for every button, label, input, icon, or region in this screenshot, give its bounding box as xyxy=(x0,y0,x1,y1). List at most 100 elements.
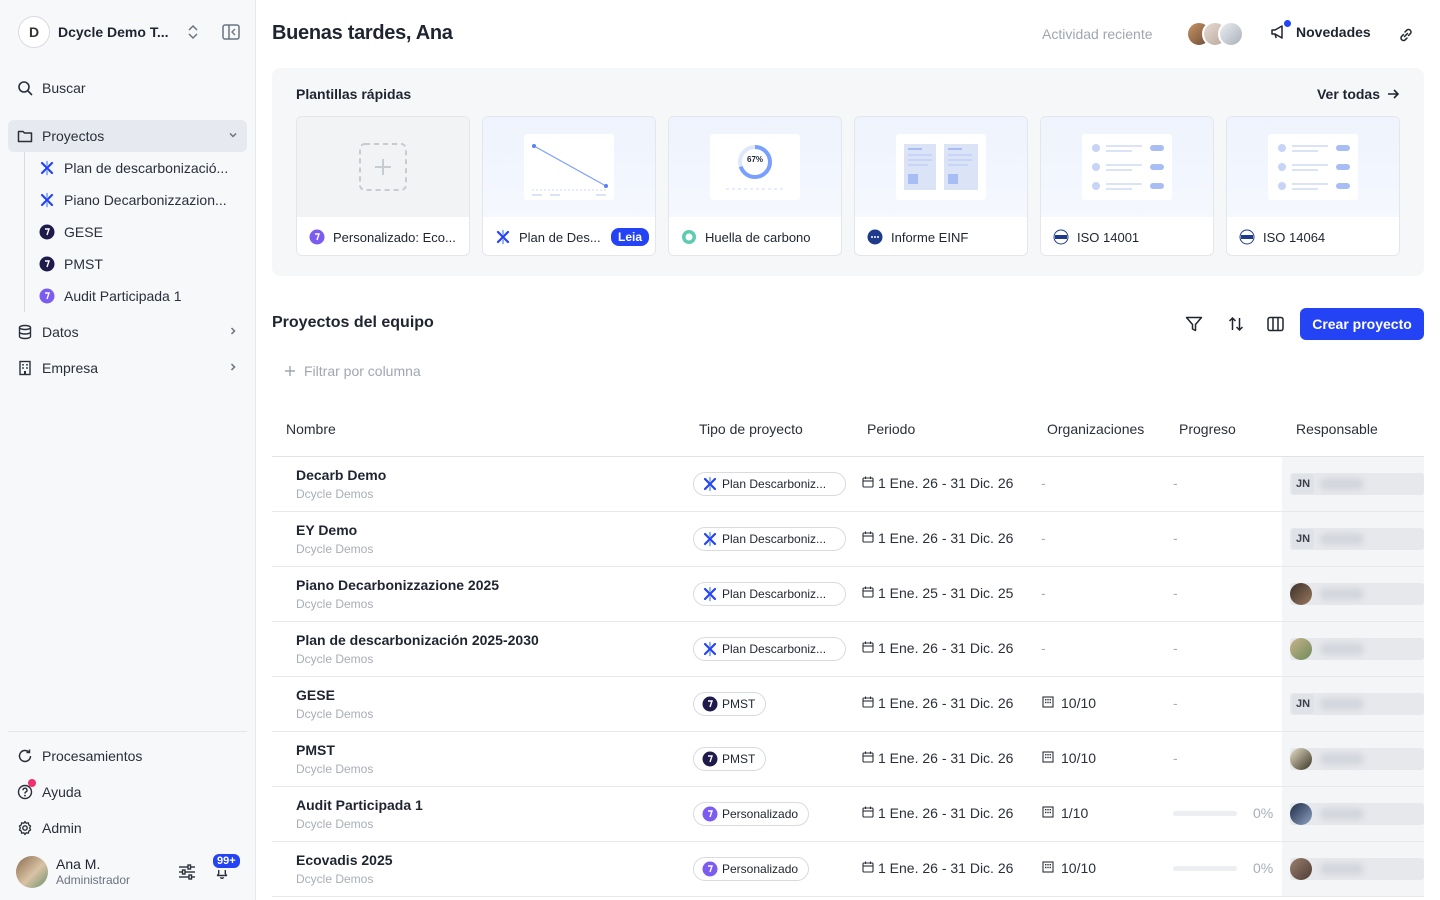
nav-data[interactable]: Datos xyxy=(8,316,247,348)
table-row[interactable]: Piano Decarbonizzazione 2025 Dcycle Demos… xyxy=(272,567,1424,622)
nav-processing[interactable]: Procesamientos xyxy=(8,740,247,772)
owner-cell xyxy=(1282,732,1424,786)
sliders-icon[interactable] xyxy=(178,864,196,880)
table-row[interactable]: EY Demo Dcycle Demos Plan Descarboniz... 1 … xyxy=(272,512,1424,567)
sort-icon[interactable] xyxy=(1228,315,1244,333)
period-value: 1 Ene. 26 - 31 Dic. 26 xyxy=(878,750,1014,766)
template-card[interactable]: 67% Huella de carbono xyxy=(668,116,842,256)
sidebar-project-label: Plan de descarbonizació... xyxy=(64,160,229,176)
columns-icon[interactable] xyxy=(1267,316,1284,332)
see-all-templates-link[interactable]: Ver todas xyxy=(1317,86,1400,102)
calendar-icon xyxy=(862,695,878,711)
news-button[interactable]: Novedades xyxy=(1270,20,1371,40)
progress-value: - xyxy=(1173,585,1178,601)
projects-submenu: Plan de descarbonizació... Piano Decarbo… xyxy=(24,152,248,312)
orgs-cell: - xyxy=(1041,640,1046,656)
period-value: 1 Ene. 26 - 31 Dic. 26 xyxy=(878,475,1014,491)
column-header-progress[interactable]: Progreso xyxy=(1179,421,1236,437)
arrow-right-icon xyxy=(1388,89,1400,99)
column-header-orgs[interactable]: Organizaciones xyxy=(1047,421,1144,437)
sidebar-project-item[interactable]: Plan de descarbonizació... xyxy=(39,154,245,182)
pmst-icon xyxy=(702,751,718,767)
nav-data-label: Datos xyxy=(42,324,79,340)
owner-name-redacted xyxy=(1320,643,1364,655)
table-row[interactable]: Ecovadis 2025 Dcycle Demos Personalizado 1 … xyxy=(272,842,1424,897)
user-profile[interactable]: Ana M. Administrador 99+ xyxy=(16,852,248,889)
sidebar-project-label: GESE xyxy=(64,224,103,240)
column-header-owner[interactable]: Responsable xyxy=(1296,421,1378,437)
calendar-icon xyxy=(862,640,878,656)
nav-help[interactable]: Ayuda xyxy=(8,776,247,808)
template-name: Informe EINF xyxy=(891,229,969,245)
workspace-avatar: D xyxy=(18,16,50,48)
template-card[interactable]: ISO 14001 xyxy=(1040,116,1214,256)
database-icon xyxy=(16,323,34,341)
orgs-cell: - xyxy=(1041,530,1046,546)
report-thumbnail xyxy=(896,134,986,200)
owner-cell xyxy=(1282,787,1424,841)
owner-cell xyxy=(1282,622,1424,676)
template-label: Personalizado: Eco... xyxy=(309,227,463,247)
workspace-switcher[interactable]: D Dcycle Demo T... xyxy=(18,16,246,48)
custom-icon xyxy=(702,861,718,877)
create-project-button[interactable]: Crear proyecto xyxy=(1300,308,1424,340)
column-header-type[interactable]: Tipo de proyecto xyxy=(699,421,803,437)
orgs-cell: 1/10 xyxy=(1041,805,1088,821)
column-header-name[interactable]: Nombre xyxy=(286,421,336,437)
sidebar-project-item[interactable]: GESE xyxy=(39,218,245,246)
orgs-value: 10/10 xyxy=(1061,750,1097,766)
owner-name-redacted xyxy=(1320,533,1364,545)
sidebar-project-item[interactable]: Audit Participada 1 xyxy=(39,282,245,310)
owner-name-redacted xyxy=(1320,753,1364,765)
collapse-sidebar-icon[interactable] xyxy=(222,24,240,40)
progress-cell: 0% xyxy=(1173,805,1273,821)
table-row[interactable]: Audit Participada 1 Dcycle Demos Personali… xyxy=(272,787,1424,842)
template-card[interactable]: Informe EINF xyxy=(854,116,1028,256)
template-name: Plan de Des... xyxy=(519,229,601,245)
project-type-label: Personalizado xyxy=(722,862,799,876)
table-row[interactable]: PMST Dcycle Demos PMST 1 Ene. 26 - 31 Dic. … xyxy=(272,732,1424,787)
nav-company[interactable]: Empresa xyxy=(8,352,247,384)
nav-projects[interactable]: Proyectos xyxy=(8,120,247,152)
sidebar-project-item[interactable]: Piano Decarbonizzazion... xyxy=(39,186,245,214)
project-type-label: PMST xyxy=(722,697,756,711)
custom-icon xyxy=(702,806,718,822)
recent-activity-link[interactable]: Actividad reciente xyxy=(1042,26,1153,42)
einf-icon xyxy=(867,229,883,245)
owner-cell: JN xyxy=(1282,512,1424,566)
table-row[interactable]: Plan de descarbonización 2025-2030 Dcycle… xyxy=(272,622,1424,677)
calendar-icon xyxy=(862,475,878,491)
chevron-right-icon xyxy=(230,363,236,371)
column-filter-input[interactable]: Filtrar por columna xyxy=(284,363,421,379)
filter-icon[interactable] xyxy=(1185,316,1203,332)
nav-search[interactable]: Buscar xyxy=(8,72,247,104)
project-type-badge: Plan Descarboniz... xyxy=(693,637,846,661)
template-card[interactable]: Plan de Des... Leia xyxy=(482,116,656,256)
project-type-label: Plan Descarboniz... xyxy=(722,532,827,546)
template-label: Huella de carbono xyxy=(681,227,835,247)
sidebar-project-item[interactable]: PMST xyxy=(39,250,245,278)
table-row[interactable]: GESE Dcycle Demos PMST 1 Ene. 26 - 31 Dic. … xyxy=(272,677,1424,732)
building-icon xyxy=(1041,860,1061,876)
template-card[interactable]: ISO 14064 xyxy=(1226,116,1400,256)
link-icon[interactable] xyxy=(1397,26,1415,44)
owner-name-redacted xyxy=(1320,698,1364,710)
template-card[interactable]: Personalizado: Eco... xyxy=(296,116,470,256)
project-type-badge: Personalizado xyxy=(693,802,810,826)
progress-cell: - xyxy=(1173,530,1178,546)
project-org: Dcycle Demos xyxy=(296,487,374,501)
owner-avatar xyxy=(1290,638,1312,660)
progress-cell: 0% xyxy=(1173,860,1273,876)
column-header-period[interactable]: Periodo xyxy=(867,421,915,437)
decarb-icon xyxy=(702,476,718,492)
template-name: Personalizado: Eco... xyxy=(333,229,456,245)
recent-activity-avatars[interactable] xyxy=(1186,21,1248,47)
leia-badge: Leia xyxy=(610,228,649,246)
template-label: ISO 14001 xyxy=(1053,227,1207,247)
calendar-icon xyxy=(862,585,878,601)
nav-admin[interactable]: Admin xyxy=(8,812,247,844)
table-row[interactable]: Decarb Demo Dcycle Demos Plan Descarboniz.… xyxy=(272,457,1424,512)
project-type-label: Plan Descarboniz... xyxy=(722,587,827,601)
nav-processing-label: Procesamientos xyxy=(42,748,143,764)
orgs-value: 1/10 xyxy=(1061,805,1089,821)
